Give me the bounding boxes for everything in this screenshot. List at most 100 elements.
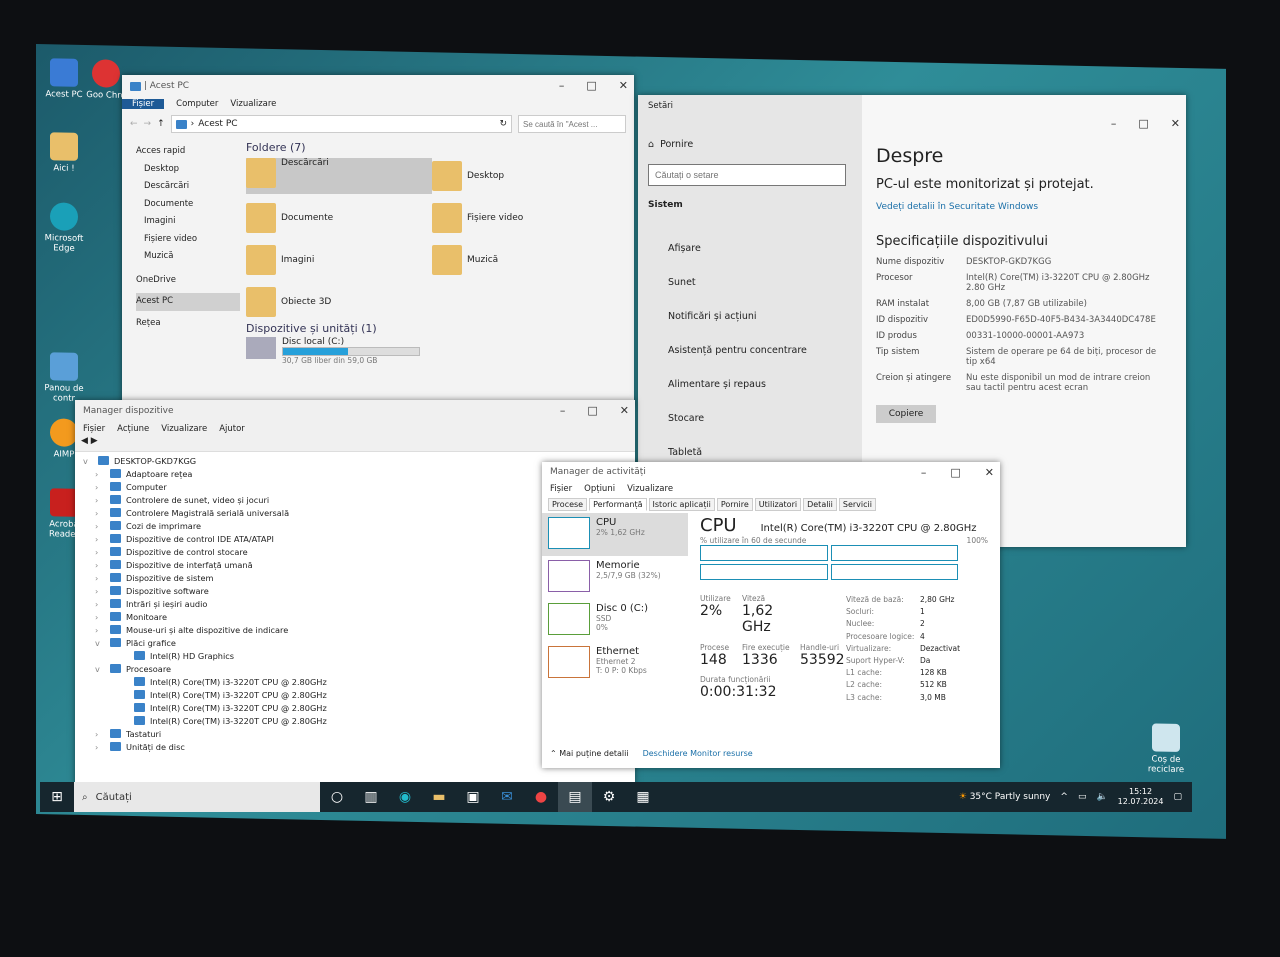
- chevron-right-icon[interactable]: ›: [95, 521, 105, 531]
- taskbar-search[interactable]: ⌕ Căutați: [74, 782, 320, 812]
- chevron-right-icon[interactable]: ›: [95, 729, 105, 739]
- chevron-right-icon[interactable]: ›: [95, 534, 105, 544]
- chevron-down-icon[interactable]: v: [95, 638, 105, 648]
- maximize-button[interactable]: □: [587, 404, 597, 417]
- tab-computer[interactable]: Computer: [176, 99, 218, 109]
- nav-network[interactable]: Rețea: [136, 315, 240, 333]
- task-view-button[interactable]: ○: [320, 782, 354, 812]
- close-button[interactable]: ✕: [620, 404, 629, 417]
- nav-storage[interactable]: Stocare: [668, 402, 852, 436]
- resource-item[interactable]: CPU 2% 1,62 GHz: [542, 513, 688, 556]
- edge-taskbar-icon[interactable]: ◉: [388, 782, 422, 812]
- nav-focus-assist[interactable]: Asistență pentru concentrare: [668, 334, 852, 368]
- desktop-icon-edge[interactable]: Microsoft Edge: [36, 202, 92, 254]
- chevron-down-icon[interactable]: v: [83, 456, 93, 466]
- chevron-right-icon[interactable]: ›: [95, 560, 105, 570]
- nav-power[interactable]: Alimentare și repaus: [668, 368, 852, 402]
- nav-sound[interactable]: Sunet: [668, 266, 852, 300]
- back-icon[interactable]: ←: [130, 119, 138, 129]
- folder-documents[interactable]: Documente: [246, 200, 432, 236]
- desktop-icon-recycle-bin[interactable]: Coș de reciclare: [1138, 723, 1194, 775]
- chevron-right-icon[interactable]: ›: [95, 625, 105, 635]
- minimize-button[interactable]: –: [1111, 117, 1117, 130]
- clock[interactable]: 15:12 12.07.2024: [1118, 787, 1164, 807]
- chevron-right-icon[interactable]: ›: [95, 495, 105, 505]
- tab-item[interactable]: Performanță: [589, 498, 647, 511]
- nav-quick-access[interactable]: Acces rapid: [136, 143, 240, 161]
- maximize-button[interactable]: □: [586, 79, 596, 92]
- desktop-icon-aici[interactable]: Aici !: [36, 132, 92, 174]
- notifications-icon[interactable]: ▢: [1173, 792, 1182, 802]
- nav-desktop[interactable]: Desktop: [136, 161, 240, 179]
- security-link[interactable]: Vedeți detalii în Securitate Windows: [876, 202, 1172, 212]
- copy-button[interactable]: Copiere: [876, 405, 936, 423]
- folder-downloads[interactable]: Descărcări: [246, 158, 432, 194]
- close-button[interactable]: ✕: [1171, 117, 1180, 130]
- resource-item[interactable]: Disc 0 (C:) SSD 0%: [542, 599, 688, 642]
- nav-this-pc[interactable]: Acest PC: [136, 293, 240, 311]
- menu-file[interactable]: Fișier: [550, 484, 572, 494]
- refresh-icon[interactable]: ↻: [499, 119, 507, 129]
- nav-notifications[interactable]: Notificări și acțiuni: [668, 300, 852, 334]
- tab-item[interactable]: Istoric aplicații: [648, 498, 715, 511]
- menu-action[interactable]: Acțiune: [117, 424, 149, 434]
- folder-desktop[interactable]: Desktop: [432, 158, 618, 194]
- chrome-taskbar-icon[interactable]: ●: [524, 782, 558, 812]
- store-taskbar-icon[interactable]: ▣: [456, 782, 490, 812]
- tab-item[interactable]: Procese: [548, 498, 588, 511]
- nav-downloads[interactable]: Descărcări: [136, 178, 240, 196]
- desktop-icon-chrome[interactable]: Goo Chro: [86, 59, 126, 101]
- folder-pictures[interactable]: Imagini: [246, 242, 432, 278]
- device-manager-taskbar-icon[interactable]: ▤: [558, 782, 592, 812]
- close-button[interactable]: ✕: [985, 466, 994, 479]
- resource-monitor-link[interactable]: Deschidere Monitor resurse: [643, 749, 753, 758]
- chevron-right-icon[interactable]: ›: [95, 742, 105, 752]
- menu-view[interactable]: Vizualizare: [627, 484, 673, 494]
- tab-item[interactable]: Detalii: [803, 498, 837, 511]
- up-icon[interactable]: ↑: [157, 119, 165, 129]
- network-icon[interactable]: ▭: [1078, 792, 1087, 802]
- search-input[interactable]: [518, 115, 626, 133]
- nav-pictures[interactable]: Imagini: [136, 213, 240, 231]
- chevron-up-icon[interactable]: ^: [1060, 792, 1068, 802]
- forward-icon[interactable]: ▶: [91, 436, 98, 446]
- nav-home[interactable]: ⌂ Pornire: [648, 139, 852, 150]
- tab-item[interactable]: Servicii: [838, 498, 876, 511]
- weather-widget[interactable]: ☀ 35°C Partly sunny: [959, 792, 1051, 802]
- minimize-button[interactable]: –: [560, 404, 566, 417]
- mail-taskbar-icon[interactable]: ✉: [490, 782, 524, 812]
- nav-display[interactable]: Afișare: [668, 232, 852, 266]
- desktop-icon-this-pc[interactable]: Acest PC: [36, 58, 92, 100]
- chevron-right-icon[interactable]: ›: [95, 586, 105, 596]
- menu-help[interactable]: Ajutor: [219, 424, 245, 434]
- nav-documents[interactable]: Documente: [136, 196, 240, 214]
- tab-item[interactable]: Pornire: [716, 498, 753, 511]
- explorer-taskbar-icon[interactable]: ▬: [422, 782, 456, 812]
- menu-file[interactable]: Fișier: [83, 424, 105, 434]
- chevron-right-icon[interactable]: ›: [95, 482, 105, 492]
- folder-videos[interactable]: Fișiere video: [432, 200, 618, 236]
- settings-search-input[interactable]: [648, 164, 846, 186]
- start-button[interactable]: ⊞: [40, 782, 74, 812]
- maximize-button[interactable]: □: [1138, 117, 1148, 130]
- tab-item[interactable]: Utilizatori: [754, 498, 802, 511]
- task-manager-taskbar-icon[interactable]: ▦: [626, 782, 660, 812]
- chevron-right-icon[interactable]: ›: [95, 573, 105, 583]
- nav-onedrive[interactable]: OneDrive: [136, 272, 240, 290]
- chevron-right-icon[interactable]: ›: [95, 612, 105, 622]
- folder-music[interactable]: Muzică: [432, 242, 618, 278]
- nav-videos[interactable]: Fișiere video: [136, 231, 240, 249]
- nav-music[interactable]: Muzică: [136, 248, 240, 266]
- chevron-right-icon[interactable]: ›: [95, 469, 105, 479]
- volume-icon[interactable]: 🔈: [1096, 792, 1107, 802]
- chevron-down-icon[interactable]: v: [95, 664, 105, 674]
- minimize-button[interactable]: –: [559, 79, 565, 92]
- forward-icon[interactable]: →: [144, 119, 152, 129]
- desktop-icon-control-panel[interactable]: Panou de contr: [36, 352, 92, 404]
- resource-item[interactable]: Memorie 2,5/7,9 GB (32%): [542, 556, 688, 599]
- address-bar[interactable]: › Acest PC ↻: [170, 115, 512, 133]
- folder-3d-objects[interactable]: Obiecte 3D: [246, 284, 432, 320]
- resource-item[interactable]: Ethernet Ethernet 2 T: 0 P: 0 Kbps: [542, 642, 688, 685]
- drive-c[interactable]: Disc local (C:) 30,7 GB liber din 59,0 G…: [246, 337, 628, 365]
- settings-taskbar-icon[interactable]: ⚙: [592, 782, 626, 812]
